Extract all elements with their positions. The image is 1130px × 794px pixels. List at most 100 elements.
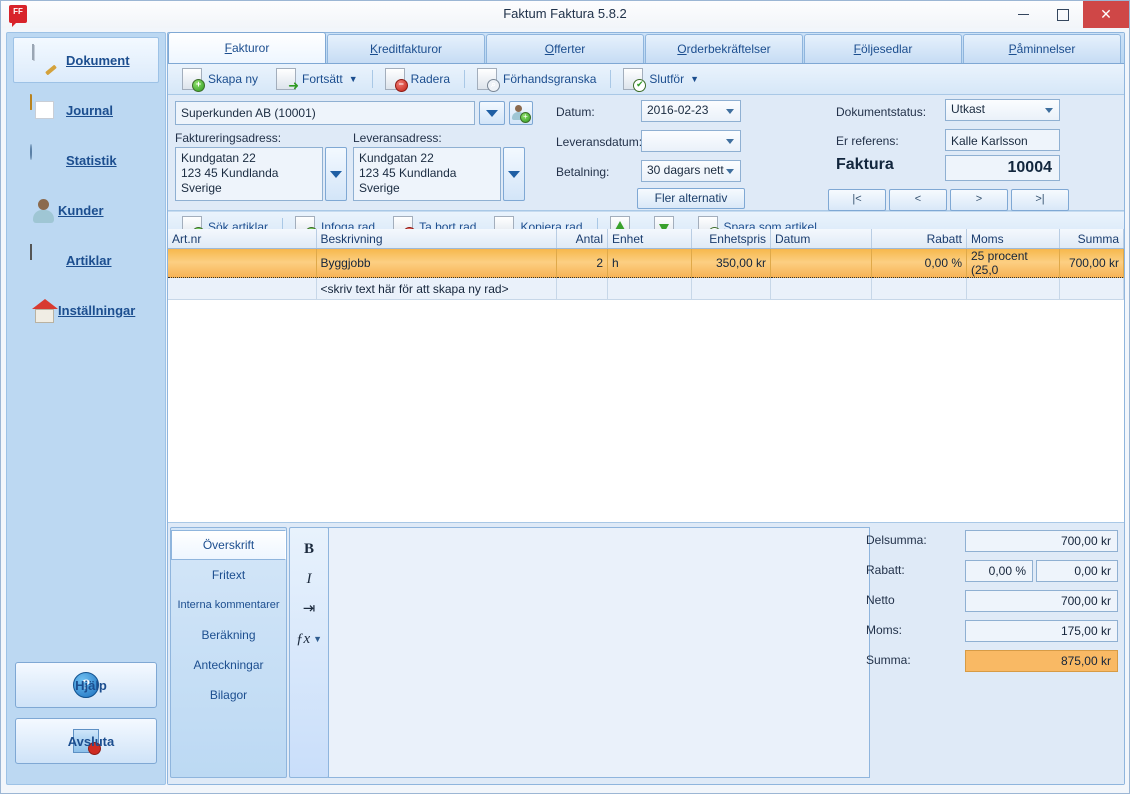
document-status-field[interactable]: Utkast	[945, 99, 1060, 121]
tab-offerter[interactable]: Offerter	[486, 34, 644, 63]
col-rabatt[interactable]: Rabatt	[871, 229, 967, 249]
tab-fakturor[interactable]: Fakturor	[168, 32, 326, 63]
button-label: Slutför	[649, 72, 685, 86]
delivery-address-field[interactable]: Kundgatan 22 123 45 Kundlanda Sverige	[353, 147, 501, 201]
cell-enhet[interactable]	[607, 277, 692, 300]
cell-summa[interactable]	[1059, 277, 1124, 300]
editor-tab-overskrift[interactable]: Överskrift	[171, 530, 286, 560]
col-enhet[interactable]: Enhet	[607, 229, 692, 249]
italic-icon[interactable]: I	[290, 564, 328, 594]
nav-prev-button[interactable]: <	[889, 189, 947, 211]
user-icon	[30, 197, 56, 223]
nav-next-button[interactable]: >	[950, 189, 1008, 211]
cell-datum[interactable]	[770, 248, 872, 278]
col-moms[interactable]: Moms	[966, 229, 1060, 249]
button-label: Fortsätt	[302, 72, 343, 86]
total-value: 875,00 kr	[965, 650, 1118, 672]
cell-enhetspris[interactable]: 350,00 kr	[691, 248, 771, 278]
bold-icon[interactable]: B	[290, 534, 328, 564]
pie-chart-icon	[28, 144, 58, 175]
create-new-button[interactable]: + Skapa ny	[174, 67, 266, 92]
barcode-icon	[28, 244, 58, 275]
col-summa[interactable]: Summa	[1059, 229, 1124, 249]
sidebar-item-artiklar[interactable]: Artiklar	[13, 237, 159, 283]
continue-button[interactable]: ➜ Fortsätt ▼	[268, 67, 366, 92]
tab-stop-icon[interactable]: ⇥	[290, 594, 328, 624]
col-datum[interactable]: Datum	[770, 229, 872, 249]
totals-row-subtotal: Delsumma: 700,00 kr	[862, 527, 1120, 557]
tab-foljesedlar[interactable]: Följesedlar	[804, 34, 962, 63]
totals-row-discount: Rabatt: 0,00 % 0,00 kr	[862, 557, 1120, 587]
cell-datum[interactable]	[770, 277, 872, 300]
table-row[interactable]: Byggjobb 2 h 350,00 kr 0,00 % 25 procent…	[168, 248, 1124, 278]
editor-tab-interna-kommentarer[interactable]: Interna kommentarer	[171, 590, 286, 620]
cell-artnr[interactable]	[168, 277, 317, 300]
editor-text-area[interactable]	[328, 527, 870, 778]
sidebar-item-label: Kunder	[58, 202, 104, 218]
date-field[interactable]: 2016-02-23	[641, 100, 741, 122]
help-button[interactable]: ? Hjälp	[15, 662, 157, 708]
sidebar-item-journal[interactable]: Journal	[13, 87, 159, 133]
cell-summa[interactable]: 700,00 kr	[1059, 248, 1124, 278]
col-antal[interactable]: Antal	[556, 229, 608, 249]
cell-artnr[interactable]	[168, 248, 317, 278]
col-artnr[interactable]: Art.nr	[168, 229, 317, 249]
totals-panel: Delsumma: 700,00 kr Rabatt: 0,00 % 0,00 …	[862, 527, 1120, 687]
cell-rabatt[interactable]	[871, 277, 967, 300]
cell-antal[interactable]	[556, 277, 608, 300]
cell-enhetspris[interactable]	[691, 277, 771, 300]
payment-terms-field[interactable]: 30 dagars nett	[641, 160, 741, 182]
delivery-address-dropdown-button[interactable]	[503, 147, 525, 201]
editor-tab-berakning[interactable]: Beräkning	[171, 620, 286, 650]
more-options-button[interactable]: Fler alternativ	[637, 188, 745, 209]
add-customer-button[interactable]: +	[509, 101, 533, 125]
cell-moms[interactable]: 25 procent (25,0	[966, 248, 1060, 278]
new-row-placeholder[interactable]: <skriv text här för att skapa ny rad>	[316, 277, 557, 300]
exit-button[interactable]: Avsluta	[15, 718, 157, 764]
table-header-row: Art.nr Beskrivning Antal Enhet Enhetspri…	[168, 229, 1124, 249]
billing-address-field[interactable]: Kundgatan 22 123 45 Kundlanda Sverige	[175, 147, 323, 201]
close-button[interactable]: ✕	[1083, 1, 1129, 28]
customer-field[interactable]: Superkunden AB (10001)	[175, 101, 475, 125]
delivery-date-field[interactable]	[641, 130, 741, 152]
nav-last-button[interactable]: >|	[1011, 189, 1069, 211]
customer-dropdown-button[interactable]	[479, 101, 505, 125]
document-number-field[interactable]: 10004	[945, 155, 1060, 181]
editor-tab-fritext[interactable]: Fritext	[171, 560, 286, 590]
tab-orderbekraftelser[interactable]: Orderbekräftelser	[645, 34, 803, 63]
cell-rabatt[interactable]: 0,00 %	[871, 248, 967, 278]
finish-button[interactable]: ✔ Slutför ▼	[615, 67, 707, 92]
nav-first-button[interactable]: |<	[828, 189, 886, 211]
preview-button[interactable]: ⌕ Förhandsgranska	[469, 67, 604, 92]
discount-percent-field[interactable]: 0,00 %	[965, 560, 1033, 582]
tab-label: Fakturor	[224, 41, 270, 55]
billing-address-dropdown-button[interactable]	[325, 147, 347, 201]
col-enhetspris[interactable]: Enhetspris	[691, 229, 771, 249]
tab-paminnelser[interactable]: Påminnelser	[963, 34, 1121, 63]
sidebar-item-installningar[interactable]: Inställningar	[13, 287, 159, 333]
formula-icon[interactable]: ƒx ▼	[290, 624, 328, 654]
editor-tab-anteckningar[interactable]: Anteckningar	[171, 650, 286, 680]
your-reference-field[interactable]: Kalle Karlsson	[945, 129, 1060, 151]
cell-antal[interactable]: 2	[556, 248, 608, 278]
sidebar-item-dokument[interactable]: Dokument	[13, 37, 159, 83]
maximize-button[interactable]	[1043, 1, 1083, 28]
billing-address-label: Faktureringsadress:	[175, 131, 282, 145]
cell-beskrivning[interactable]: Byggjobb	[316, 248, 557, 278]
delete-button[interactable]: − Radera	[377, 67, 458, 92]
sidebar-item-statistik[interactable]: Statistik	[13, 137, 159, 183]
editor-tab-bilagor[interactable]: Bilagor	[171, 680, 286, 710]
window-title: Faktum Faktura 5.8.2	[503, 6, 627, 21]
help-button-label: Hjälp	[75, 677, 107, 693]
cell-enhet[interactable]: h	[607, 248, 692, 278]
minimize-button[interactable]	[1003, 1, 1043, 28]
col-beskrivning[interactable]: Beskrivning	[316, 229, 557, 249]
discount-amount-field[interactable]: 0,00 kr	[1036, 560, 1118, 582]
tab-kreditfakturor[interactable]: Kreditfakturor	[327, 34, 485, 63]
toolbar-divider	[464, 70, 466, 88]
sidebar-item-kunder[interactable]: Kunder	[13, 187, 159, 233]
net-value: 700,00 kr	[965, 590, 1118, 612]
table-new-row[interactable]: <skriv text här för att skapa ny rad>	[168, 277, 1124, 300]
cell-moms[interactable]	[966, 277, 1060, 300]
folder-icon	[28, 94, 58, 125]
